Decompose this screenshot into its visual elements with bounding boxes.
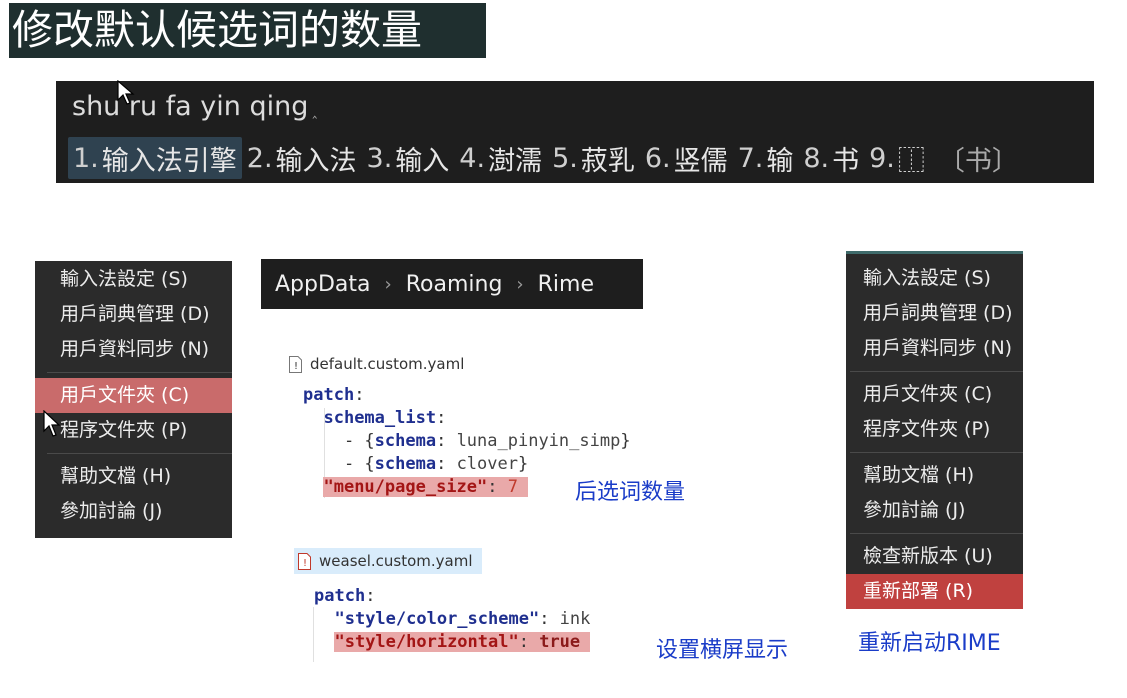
menu-item-discuss[interactable]: 參加討論 (J) xyxy=(35,494,232,529)
candidate-num: 4. xyxy=(459,142,486,174)
candidate-text: 书 xyxy=(832,145,860,177)
candidate-text: 澍濡 xyxy=(488,145,543,177)
caret-icon: ‸ xyxy=(312,103,318,119)
tray-context-menu-right: 輸入法設定 (S) 用戶詞典管理 (D) 用戶資料同步 (N) 用戶文件夾 (C… xyxy=(846,251,1023,609)
svg-text:!: ! xyxy=(294,361,298,372)
menu-item-discuss[interactable]: 參加討論 (J) xyxy=(846,493,1023,528)
menu-item-dictionary[interactable]: 用戶詞典管理 (D) xyxy=(846,296,1023,331)
chevron-right-icon: › xyxy=(516,273,524,295)
candidate-num: 2. xyxy=(246,142,273,174)
candidate-5[interactable]: 5. 菽乳 xyxy=(547,137,640,179)
menu-separator xyxy=(35,448,232,459)
breadcrumb-roaming[interactable]: Roaming xyxy=(406,272,503,297)
page-title: 修改默认候选词的数量 xyxy=(9,3,486,58)
menu-item-user-folder[interactable]: 用戶文件夾 (C) xyxy=(846,377,1023,412)
menu-item-check-update[interactable]: 檢查新版本 (U) xyxy=(846,539,1023,574)
yaml-value-page-size: 7 xyxy=(507,477,518,497)
highlight-horizontal: "style/horizontal": true xyxy=(334,632,591,652)
candidate-num: 5. xyxy=(552,142,578,174)
preedit-text: shu ru fa yin qing ‸ xyxy=(72,91,317,122)
menu-item-program-folder[interactable]: 程序文件夾 (P) xyxy=(846,412,1023,447)
candidate-num: 1. xyxy=(73,142,99,174)
menu-item-settings[interactable]: 輸入法設定 (S) xyxy=(35,262,232,297)
menu-item-help[interactable]: 幫助文檔 (H) xyxy=(846,458,1023,493)
menu-item-help[interactable]: 幫助文檔 (H) xyxy=(35,459,232,494)
menu-item-sync[interactable]: 用戶資料同步 (N) xyxy=(846,331,1023,366)
candidate-1[interactable]: 1. 输入法引擎 xyxy=(68,137,242,179)
yaml-key-page-size: "menu/page_size" xyxy=(323,477,488,497)
menu-separator xyxy=(846,528,1023,539)
chevron-right-icon: › xyxy=(384,273,392,295)
candidate-num: 9. xyxy=(869,142,895,174)
candidate-8[interactable]: 8. 书 xyxy=(798,137,864,179)
yaml-key-patch: patch xyxy=(303,385,355,405)
menu-item-sync[interactable]: 用戶資料同步 (N) xyxy=(35,332,232,367)
candidate-2[interactable]: 2. 输入法 xyxy=(242,137,362,179)
candidate-3[interactable]: 3. 输入 xyxy=(362,137,455,179)
yaml-value: luna_pinyin_simp xyxy=(456,431,621,451)
candidate-9[interactable]: 9. ⿰ xyxy=(864,137,930,179)
candidate-6[interactable]: 6. 竖儒 xyxy=(640,137,733,179)
candidate-num: 8. xyxy=(803,142,830,174)
yaml-key-color-scheme: "style/color_scheme" xyxy=(334,609,540,629)
yaml-value-horizontal: true xyxy=(539,632,581,652)
file-tab-weasel-custom[interactable]: ! weasel.custom.yaml xyxy=(294,548,482,574)
code-block-weasel-custom: patch: "style/color_scheme": ink "style/… xyxy=(314,586,591,652)
menu-separator xyxy=(846,447,1023,458)
candidate-text: 菽乳 xyxy=(580,145,635,177)
menu-item-user-folder[interactable]: 用戶文件夾 (C) xyxy=(35,378,232,413)
tray-context-menu-left: 輸入法設定 (S) 用戶詞典管理 (D) 用戶資料同步 (N) 用戶文件夾 (C… xyxy=(35,261,232,538)
menu-separator xyxy=(846,366,1023,377)
menu-item-program-folder[interactable]: 程序文件夾 (P) xyxy=(35,413,232,448)
candidate-text: 输入 xyxy=(395,145,450,177)
candidate-7[interactable]: 7. 输 xyxy=(733,137,799,179)
menu-separator xyxy=(35,367,232,378)
candidate-num: 7. xyxy=(737,142,764,174)
file-warning-icon: ! xyxy=(298,552,311,570)
yaml-key-schema-list: schema_list xyxy=(323,408,437,428)
file-warning-icon: ! xyxy=(289,355,302,373)
file-name: default.custom.yaml xyxy=(310,355,465,373)
explorer-breadcrumb: AppData › Roaming › Rime xyxy=(261,259,643,309)
candidate-list: 1. 输入法引擎 2. 输入法 3. 输入 4. 澍濡 5. 菽乳 6. 竖儒 7. 输 8.… xyxy=(68,137,1019,179)
yaml-value: clover xyxy=(456,454,518,474)
breadcrumb-rime[interactable]: Rime xyxy=(538,272,594,297)
breadcrumb-appdata[interactable]: AppData xyxy=(275,272,371,297)
candidate-text: 输入法引擎 xyxy=(101,145,237,177)
candidate-text: 输 xyxy=(766,145,794,177)
file-name: weasel.custom.yaml xyxy=(319,552,473,570)
annotation-restart: 重新启动RIME xyxy=(858,631,1001,656)
mouse-cursor-icon xyxy=(117,80,135,105)
svg-text:!: ! xyxy=(303,558,307,569)
preedit-pinyin: shu ru fa yin qing xyxy=(72,91,309,122)
candidate-text: 输入法 xyxy=(275,145,357,177)
candidate-num: 6. xyxy=(644,142,671,174)
yaml-key-schema: schema xyxy=(374,431,437,451)
annotation-horizontal: 设置横屏显示 xyxy=(656,638,789,663)
candidate-num: 3. xyxy=(366,142,393,174)
menu-item-redeploy[interactable]: 重新部署 (R) xyxy=(846,574,1023,609)
annotation-candidate-count: 后选词数量 xyxy=(575,480,686,505)
yaml-key-patch: patch xyxy=(314,586,366,606)
yaml-value: ink xyxy=(559,609,591,629)
yaml-key-schema: schema xyxy=(374,454,437,474)
file-tab-default-custom[interactable]: ! default.custom.yaml xyxy=(289,354,464,374)
menu-item-dictionary[interactable]: 用戶詞典管理 (D) xyxy=(35,297,232,332)
ime-candidate-window: shu ru fa yin qing ‸ 1. 输入法引擎 2. 输入法 3. 输入 4… xyxy=(56,81,1094,183)
candidate-4[interactable]: 4. 澍濡 xyxy=(454,137,547,179)
highlight-page-size: "menu/page_size": 7 xyxy=(323,477,529,497)
candidate-comment: 〔书〕 xyxy=(937,145,1019,177)
yaml-key-horizontal: "style/horizontal" xyxy=(334,632,519,652)
candidate-text: ⿰ xyxy=(897,145,925,177)
candidate-text: 竖儒 xyxy=(673,145,728,177)
menu-item-settings[interactable]: 輸入法設定 (S) xyxy=(846,261,1023,296)
mouse-cursor-icon xyxy=(43,410,61,437)
